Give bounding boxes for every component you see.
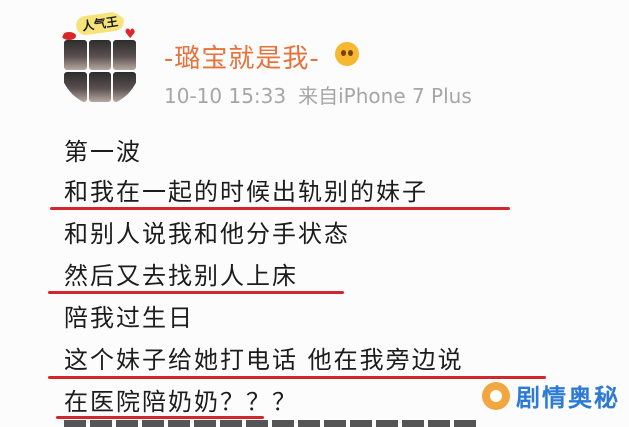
weibo-post: ♥ 人气王 -璐宝就是我- 10-10 15:33 来自iPhone 7 Plus… (0, 0, 629, 427)
red-underline (50, 207, 510, 210)
heart-icon: ♥ (124, 27, 136, 42)
post-text-line-4: 然后又去找别人上床 (64, 262, 298, 290)
lips-icon (62, 32, 76, 40)
username[interactable]: -璐宝就是我- (164, 38, 320, 75)
post-text-line-1: 第一波 (64, 138, 142, 166)
watermark-text: 剧情奥秘 (516, 384, 620, 412)
avatar[interactable]: ♥ 人气王 (58, 10, 142, 106)
watermark-logo-icon (482, 381, 510, 410)
post-text-line-2: 和我在一起的时候出轨别的妹子 (64, 178, 428, 206)
post-timestamp: 10-10 15:33 (164, 84, 287, 108)
red-underline (48, 291, 344, 294)
avatar-badge: 人气王 (74, 10, 126, 37)
red-underline (48, 376, 546, 379)
post-text-line-3: 和别人说我和他分手状态 (64, 220, 350, 248)
avatar-photo-grid (64, 40, 136, 102)
watermark: 剧情奥秘 (482, 378, 620, 413)
cropped-text-line (64, 414, 534, 427)
post-text-line-6: 这个妹子给她打电话 他在我旁边说 (64, 346, 464, 374)
post-text-line-7: 在医院陪奶奶？？？ (64, 388, 298, 416)
crying-face-emoji-icon (335, 42, 359, 66)
post-text-line-5: 陪我过生日 (64, 304, 194, 332)
post-meta: 10-10 15:33 来自iPhone 7 Plus (164, 80, 472, 109)
post-source: 来自iPhone 7 Plus (298, 84, 472, 108)
